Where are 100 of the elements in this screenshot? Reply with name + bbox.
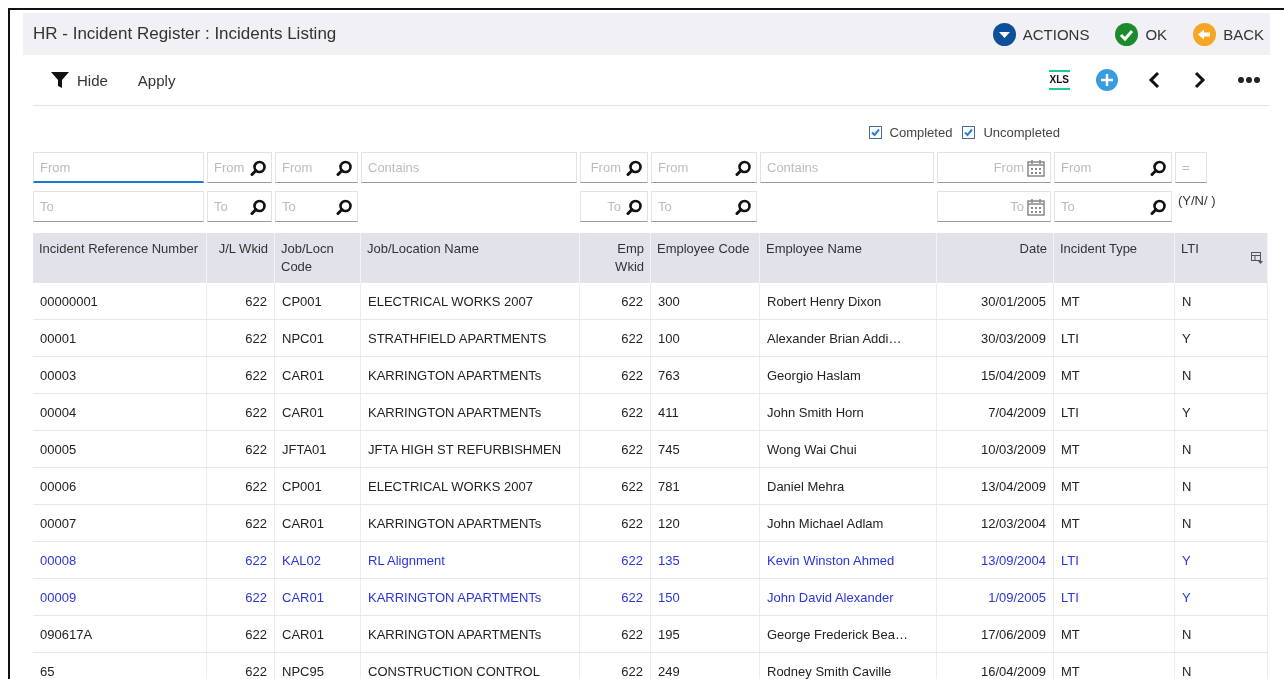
table-row[interactable]: 00000001 622 CP001 ELECTRICAL WORKS 2007 622 300 Robert Henry Dixon 30/01/2005 MT N: [33, 283, 1268, 320]
table-cell: CAR01: [282, 589, 324, 605]
search-icon[interactable]: [336, 198, 353, 215]
filter-field[interactable]: To: [33, 191, 204, 222]
chevron-left-icon[interactable]: [1148, 71, 1160, 89]
column-header[interactable]: Incident Reference Number: [39, 240, 200, 258]
lookup-field[interactable]: From: [275, 152, 358, 183]
lookup-field[interactable]: From: [207, 152, 272, 183]
actions-button[interactable]: ACTIONS: [992, 22, 1090, 46]
table-cell: STRATHFIELD APARTMENTS: [368, 330, 547, 346]
ok-button[interactable]: OK: [1115, 22, 1168, 46]
checkbox-label: Completed: [889, 124, 953, 140]
search-icon[interactable]: [735, 159, 752, 176]
search-icon[interactable]: [250, 198, 267, 215]
table-cell: Y: [1182, 552, 1191, 568]
table-cell: N: [1182, 515, 1192, 531]
calendar-icon[interactable]: [1026, 157, 1046, 178]
column-header[interactable]: Date: [943, 240, 1047, 258]
search-icon[interactable]: [735, 198, 752, 215]
table-cell: CONSTRUCTION CONTROL: [368, 663, 540, 679]
lookup-field[interactable]: To: [207, 191, 272, 222]
search-icon[interactable]: [626, 159, 643, 176]
table-cell: 65: [40, 663, 55, 679]
table-cell: Y: [1182, 330, 1191, 346]
table-cell: Y: [1182, 589, 1191, 605]
table-cell: 763: [658, 367, 680, 383]
table-cell: 622: [621, 626, 643, 642]
filter-field[interactable]: Contains: [760, 152, 934, 183]
table-row[interactable]: 00003 622 CAR01 KARRINGTON APARTMENTs 622 763 Georgio Haslam 15/04/2009 MT N: [33, 357, 1268, 394]
table-row[interactable]: 65 622 NPC95 CONSTRUCTION CONTROL 622 249 Rodney Smith Caville 16/04/2009 MT N: [33, 653, 1268, 679]
checkbox[interactable]: [868, 125, 882, 139]
column-header[interactable]: Job/Locn Code: [281, 240, 354, 276]
table-row[interactable]: 00007 622 CAR01 KARRINGTON APARTMENTs 622 120 John Michael Adlam 12/03/2004 MT N: [33, 505, 1268, 542]
lookup-field[interactable]: To: [1054, 191, 1172, 222]
table-cell: 622: [245, 515, 267, 531]
filter-field[interactable]: =: [1175, 152, 1207, 183]
table-cell: George Frederick Bea…: [767, 626, 908, 642]
table-cell: CAR01: [282, 515, 324, 531]
column-header[interactable]: Employee Code: [657, 240, 753, 258]
filter-field[interactable]: From: [33, 152, 204, 183]
lookup-field[interactable]: To: [275, 191, 358, 222]
lookup-field[interactable]: From: [651, 152, 757, 183]
table-row[interactable]: 090617A 622 CAR01 KARRINGTON APARTMENTs 622 195 George Frederick Bea… 17/06/2009 MT N: [33, 616, 1268, 653]
date-field[interactable]: To: [937, 191, 1051, 222]
check-icon: [1115, 22, 1139, 46]
lookup-field[interactable]: From: [580, 152, 648, 183]
more-icon[interactable]: [1238, 77, 1260, 83]
search-icon[interactable]: [1150, 159, 1167, 176]
hide-filter-button[interactable]: Hide: [51, 71, 108, 89]
table-cell: 622: [621, 478, 643, 494]
apply-button[interactable]: Apply: [137, 71, 176, 89]
table-cell: 16/04/2009: [980, 663, 1046, 679]
table-row[interactable]: 00008 622 KAL02 RL Alignment 622 135 Kevin Winston Ahmed 13/09/2004 LTI Y: [33, 542, 1268, 579]
checkbox[interactable]: [962, 125, 976, 139]
search-icon[interactable]: [336, 159, 353, 176]
table-row[interactable]: 00006 622 CP001 ELECTRICAL WORKS 2007 622 781 Daniel Mehra 13/04/2009 MT N: [33, 468, 1268, 505]
back-button[interactable]: BACK: [1193, 22, 1264, 46]
column-settings-icon[interactable]: [1251, 252, 1263, 264]
table-cell: CP001: [282, 293, 322, 309]
filter-field[interactable]: Contains: [361, 152, 577, 183]
search-icon[interactable]: [1150, 198, 1167, 215]
date-field[interactable]: From: [937, 152, 1051, 183]
lookup-field[interactable]: To: [580, 191, 648, 222]
table-cell: John David Alexander: [767, 589, 894, 605]
table-cell: N: [1182, 663, 1192, 679]
table-cell: LTI: [1061, 404, 1079, 420]
search-icon[interactable]: [250, 159, 267, 176]
column-header[interactable]: Incident Type: [1060, 240, 1168, 258]
calendar-icon[interactable]: [1026, 196, 1046, 217]
column-header[interactable]: Emp Wkid: [586, 240, 644, 276]
table-cell: 622: [621, 663, 643, 679]
table-cell: Robert Henry Dixon: [767, 293, 882, 309]
table-row[interactable]: 00005 622 JFTA01 JFTA HIGH ST REFURBISHMEN 622 745 Wong Wai Chui 10/03/2009 MT N: [33, 431, 1268, 468]
lookup-field[interactable]: From: [1054, 152, 1172, 183]
table-cell: 622: [245, 441, 267, 457]
column-header[interactable]: J/L Wkid: [213, 240, 268, 258]
column-header[interactable]: LTI: [1181, 240, 1261, 258]
table-cell: 622: [621, 293, 643, 309]
table-cell: 00005: [40, 441, 77, 457]
search-icon[interactable]: [626, 198, 643, 215]
table-cell: 17/06/2009: [980, 626, 1046, 642]
table-cell: MT: [1061, 663, 1080, 679]
table-row[interactable]: 00001 622 NPC01 STRATHFIELD APARTMENTS 622 100 Alexander Brian Addi… 30/03/2009 LTI Y: [33, 320, 1268, 357]
table-cell: CAR01: [282, 626, 324, 642]
table-cell: 12/03/2004: [980, 515, 1046, 531]
chevron-right-icon[interactable]: [1194, 71, 1206, 89]
table-row[interactable]: 00009 622 CAR01 KARRINGTON APARTMENTs 622 150 John David Alexander 1/09/2005 LTI Y: [33, 579, 1268, 616]
table-cell: CP001: [282, 478, 322, 494]
table-cell: MT: [1061, 626, 1080, 642]
add-icon[interactable]: [1096, 69, 1118, 91]
table-row[interactable]: 00004 622 CAR01 KARRINGTON APARTMENTs 622 411 John Smith Horn 7/04/2009 LTI Y: [33, 394, 1268, 431]
table-cell: ELECTRICAL WORKS 2007: [368, 478, 533, 494]
table-cell: 1/09/2005: [988, 589, 1046, 605]
lookup-field[interactable]: To: [651, 191, 757, 222]
table-cell: 622: [245, 663, 267, 679]
column-header[interactable]: Job/Location Name: [367, 240, 573, 258]
table-cell: 622: [621, 515, 643, 531]
table-cell: MT: [1061, 367, 1080, 383]
excel-export-button[interactable]: XLS: [1048, 70, 1070, 90]
column-header[interactable]: Employee Name: [766, 240, 930, 258]
